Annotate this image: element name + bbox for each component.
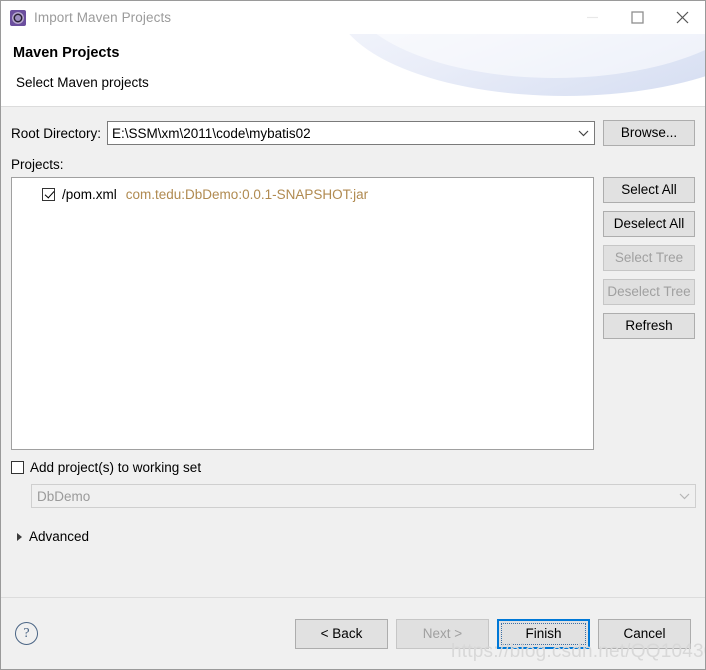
next-button: Next > bbox=[396, 618, 489, 649]
root-directory-combo[interactable]: E:\SSM\xm\2011\code\mybatis02 bbox=[107, 121, 595, 145]
tree-action-buttons: Select All Deselect All Select Tree Dese… bbox=[603, 177, 695, 450]
root-directory-row: Root Directory: E:\SSM\xm\2011\code\myba… bbox=[11, 120, 695, 146]
tree-row[interactable]: /pom.xml com.tedu:DbDemo:0.0.1-SNAPSHOT:… bbox=[12, 184, 593, 204]
maximize-button[interactable] bbox=[615, 1, 660, 34]
working-set-combo-value: DbDemo bbox=[37, 488, 91, 504]
cancel-button[interactable]: Cancel bbox=[598, 618, 691, 649]
help-icon[interactable]: ? bbox=[15, 622, 38, 645]
select-tree-button: Select Tree bbox=[603, 245, 695, 271]
footer-buttons: < Back Next > Finish Cancel bbox=[295, 618, 691, 649]
close-button[interactable] bbox=[660, 1, 705, 34]
advanced-label: Advanced bbox=[29, 529, 90, 544]
refresh-button[interactable]: Refresh bbox=[603, 313, 695, 339]
advanced-section-toggle[interactable]: Advanced bbox=[17, 529, 695, 544]
projects-tree[interactable]: /pom.xml com.tedu:DbDemo:0.0.1-SNAPSHOT:… bbox=[11, 177, 594, 450]
deselect-tree-button: Deselect Tree bbox=[603, 279, 695, 305]
back-button[interactable]: < Back bbox=[295, 618, 388, 649]
chevron-down-icon[interactable] bbox=[572, 129, 594, 137]
projects-area: /pom.xml com.tedu:DbDemo:0.0.1-SNAPSHOT:… bbox=[11, 177, 695, 450]
select-all-button[interactable]: Select All bbox=[603, 177, 695, 203]
window-controls bbox=[570, 1, 705, 34]
working-set-label: Add project(s) to working set bbox=[30, 460, 202, 475]
finish-button-label: Finish bbox=[525, 625, 562, 641]
working-set-row: Add project(s) to working set bbox=[11, 460, 695, 475]
root-directory-label: Root Directory: bbox=[11, 125, 102, 141]
window-title: Import Maven Projects bbox=[34, 10, 172, 25]
chevron-down-icon bbox=[673, 492, 695, 500]
deselect-all-button[interactable]: Deselect All bbox=[603, 211, 695, 237]
maven-gear-icon bbox=[10, 9, 26, 26]
dialog-body: Root Directory: E:\SSM\xm\2011\code\myba… bbox=[1, 107, 705, 597]
browse-button[interactable]: Browse... bbox=[603, 120, 695, 146]
project-checkbox[interactable] bbox=[42, 187, 55, 201]
project-name: /pom.xml bbox=[62, 186, 117, 202]
page-title: Maven Projects bbox=[13, 45, 120, 61]
dialog-footer: ? < Back Next > Finish Cancel bbox=[1, 597, 705, 669]
project-coordinates: com.tedu:DbDemo:0.0.1-SNAPSHOT:jar bbox=[125, 186, 369, 202]
working-set-checkbox[interactable] bbox=[11, 461, 24, 474]
root-directory-input[interactable]: E:\SSM\xm\2011\code\mybatis02 bbox=[108, 126, 311, 141]
title-bar: Import Maven Projects bbox=[1, 1, 705, 34]
page-subtitle: Select Maven projects bbox=[16, 75, 149, 90]
dialog-header: Maven Projects Select Maven projects bbox=[1, 34, 705, 107]
finish-button[interactable]: Finish bbox=[497, 618, 590, 649]
minimize-button[interactable] bbox=[570, 1, 615, 34]
working-set-combo: DbDemo bbox=[31, 484, 696, 508]
import-maven-projects-dialog: Import Maven Projects Maven Projects Sel… bbox=[0, 0, 706, 670]
projects-label: Projects: bbox=[11, 157, 64, 172]
chevron-right-icon bbox=[17, 532, 22, 541]
